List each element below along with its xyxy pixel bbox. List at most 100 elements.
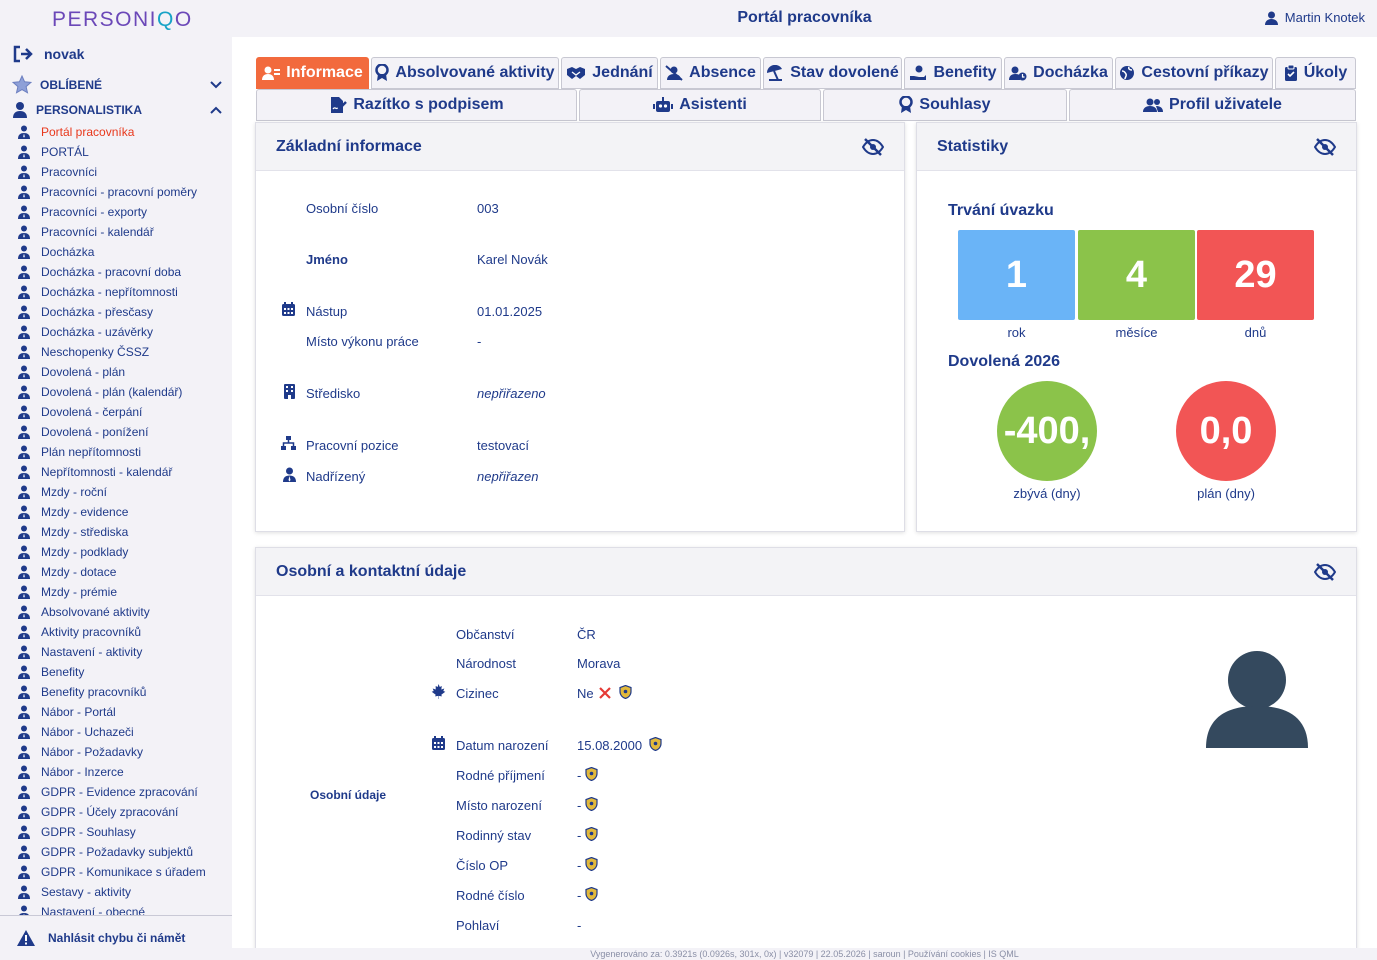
tab-razitko-s-podpisem[interactable]: Razítko s podpisem <box>256 89 577 121</box>
sidebar-nav-item[interactable]: Pracovníci - pracovní poměry <box>0 182 232 202</box>
tab-souhlasy[interactable]: Souhlasy <box>823 89 1067 121</box>
tab-ukoly[interactable]: Úkoly <box>1275 57 1356 89</box>
user-tie-icon <box>18 545 30 559</box>
sidebar-nav-item[interactable]: Docházka - uzávěrky <box>0 322 232 342</box>
sidebar-nav-label: Docházka - nepřítomnosti <box>41 285 178 299</box>
nationality-value: Morava <box>577 656 621 671</box>
sidebar-nav-item[interactable]: Docházka - pracovní doba <box>0 262 232 282</box>
sidebar-nav-item[interactable]: Pracovníci <box>0 162 232 182</box>
sidebar-nav-label: Plán nepřítomnosti <box>41 445 142 459</box>
tab-informace[interactable]: Informace <box>256 57 369 89</box>
sidebar-nav-label: GDPR - Požadavky subjektů <box>41 845 194 859</box>
birth-date-label: Datum narození <box>456 738 549 753</box>
sidebar-nav-item[interactable]: PORTÁL <box>0 142 232 162</box>
sidebar-nav-item[interactable]: Dovolená - plán (kalendář) <box>0 382 232 402</box>
close-icon <box>599 687 611 699</box>
sidebar-nav-item[interactable]: Mzdy - evidence <box>0 502 232 522</box>
tab-benefity[interactable]: Benefity <box>904 57 1002 89</box>
tab-asistenti[interactable]: Asistenti <box>579 89 821 121</box>
user-tie-icon <box>18 165 30 179</box>
sitemap-icon <box>281 436 296 450</box>
sidebar-nav-item[interactable]: Plán nepřítomnosti <box>0 442 232 462</box>
sidebar-nav-label: Nábor - Portál <box>41 705 116 719</box>
sidebar-nav-item[interactable]: Mzdy - prémie <box>0 582 232 602</box>
tab-jednani[interactable]: Jednání <box>561 57 658 89</box>
sidebar-nav-item[interactable]: Nábor - Uchazeči <box>0 722 232 742</box>
tab-dochazka[interactable]: Docházka <box>1004 57 1113 89</box>
eye-slash-icon[interactable] <box>1314 562 1336 581</box>
building-icon <box>284 384 295 399</box>
months-label: měsíce <box>1115 325 1158 340</box>
shield-icon <box>585 797 598 811</box>
sidebar-nav-item[interactable]: Nábor - Portál <box>0 702 232 722</box>
sidebar-nav-item[interactable]: GDPR - Souhlasy <box>0 822 232 842</box>
sidebar-nav-item[interactable]: Docházka - nepřítomnosti <box>0 282 232 302</box>
warning-icon <box>17 930 35 946</box>
sidebar-nav-item[interactable]: Mzdy - střediska <box>0 522 232 542</box>
sidebar-group-personalistika[interactable]: PERSONALISTIKA <box>12 100 222 120</box>
tab-absence[interactable]: Absence <box>660 57 761 89</box>
sidebar-nav-label: Docházka - přesčasy <box>41 305 154 319</box>
sidebar-nav-item[interactable]: Benefity <box>0 662 232 682</box>
sidebar-nav-item[interactable]: Dovolená - plán <box>0 362 232 382</box>
sidebar-nav-item[interactable]: Pracovníci - kalendář <box>0 222 232 242</box>
user-tie-icon <box>18 725 30 739</box>
sidebar-nav-item[interactable]: Neschopenky ČSSZ <box>0 342 232 362</box>
eye-slash-icon[interactable] <box>1314 137 1336 156</box>
user-menu[interactable]: Martin Knotek <box>1264 10 1365 25</box>
sidebar-nav-item[interactable]: Sestavy - aktivity <box>0 882 232 902</box>
sidebar-nav-item[interactable]: Nepřítomnosti - kalendář <box>0 462 232 482</box>
sidebar-nav-item[interactable]: Nastavení - obecné <box>0 902 232 916</box>
personal-section-label: Osobní údaje <box>310 788 387 802</box>
tab-absolvovane-aktivity[interactable]: Absolvované aktivity <box>371 57 559 89</box>
award-icon <box>375 64 390 81</box>
sidebar-nav-label: Aktivity pracovníků <box>41 625 142 639</box>
sidebar-nav-item[interactable]: Dovolená - čerpání <box>0 402 232 422</box>
sidebar-nav-item[interactable]: Docházka - přesčasy <box>0 302 232 322</box>
sidebar-nav-item[interactable]: Aktivity pracovníků <box>0 622 232 642</box>
sidebar-nav-label: Pracovníci - pracovní poměry <box>41 185 198 199</box>
sidebar-nav-item[interactable]: Nábor - Inzerce <box>0 762 232 782</box>
sidebar-nav-item[interactable]: Dovolená - ponížení <box>0 422 232 442</box>
sidebar-nav-item[interactable]: GDPR - Účely zpracování <box>0 802 232 822</box>
sidebar-nav-item[interactable]: GDPR - Komunikace s úřadem <box>0 862 232 882</box>
sidebar-nav-item[interactable]: Mzdy - dotace <box>0 562 232 582</box>
sidebar-nav-label: Benefity <box>41 665 85 679</box>
sidebar-nav-item[interactable]: Portál pracovníka <box>0 122 232 142</box>
user-tie-icon <box>18 185 30 199</box>
sidebar-nav-item[interactable]: Mzdy - podklady <box>0 542 232 562</box>
sidebar-nav-item[interactable]: Absolvované aktivity <box>0 602 232 622</box>
tab-profil-uzivatele[interactable]: Profil uživatele <box>1069 89 1356 121</box>
user-tie-icon <box>18 865 30 879</box>
main-content: Informace Absolvované aktivity Jednání A… <box>232 37 1377 948</box>
shield-icon <box>585 857 598 871</box>
sidebar-user-logout[interactable]: novak <box>12 43 84 65</box>
sidebar-group-favorites[interactable]: OBLÍBENÉ <box>12 75 222 95</box>
sidebar-nav-item[interactable]: Benefity pracovníků <box>0 682 232 702</box>
sidebar-nav-item[interactable]: Nastavení - aktivity <box>0 642 232 662</box>
sidebar-nav-item[interactable]: Mzdy - roční <box>0 482 232 502</box>
sidebar-nav-item[interactable]: GDPR - Evidence zpracování <box>0 782 232 802</box>
sidebar-nav-item[interactable]: GDPR - Požadavky subjektů <box>0 842 232 862</box>
eye-slash-icon[interactable] <box>862 137 884 156</box>
user-tie-icon <box>18 325 30 339</box>
sidebar-nav-list: Portál pracovníka PORTÁL Pracovníci Pracovn… <box>0 122 232 916</box>
sidebar-nav-item[interactable]: Pracovníci - exporty <box>0 202 232 222</box>
tab-label: Informace <box>286 64 363 81</box>
user-name-label: Martin Knotek <box>1284 10 1365 25</box>
workplace-label: Místo výkonu práce <box>306 334 419 349</box>
duration-title: Trvání úvazku <box>948 202 1054 219</box>
sidebar-nav-item[interactable]: Docházka <box>0 242 232 262</box>
sidebar-nav-item[interactable]: Nábor - Požadavky <box>0 742 232 762</box>
id-card-value: - <box>577 858 582 873</box>
report-bug-button[interactable]: Nahlásit chybu či námět <box>0 915 232 960</box>
nationality-label: Národnost <box>456 656 516 671</box>
birth-number-value: - <box>577 888 582 903</box>
user-tie-icon <box>18 685 30 699</box>
tab-label: Razítko s podpisem <box>353 96 504 113</box>
app-logo[interactable]: PERSONIQO <box>52 8 193 32</box>
calendar-icon <box>282 302 295 316</box>
avatar-placeholder[interactable] <box>1206 646 1308 748</box>
tab-cestovni-prikazy[interactable]: Cestovní příkazy <box>1115 57 1273 89</box>
tab-stav-dovolene[interactable]: Stav dovolené <box>763 57 902 89</box>
